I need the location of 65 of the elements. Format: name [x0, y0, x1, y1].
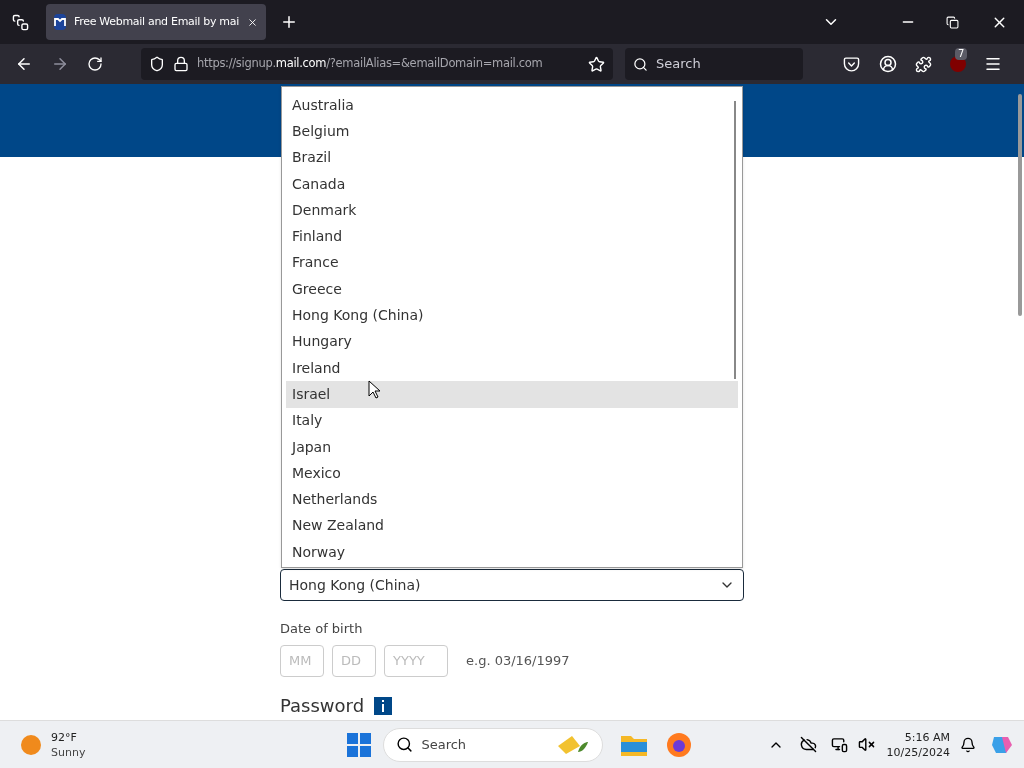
- menu-icon[interactable]: [984, 55, 1002, 73]
- dropdown-option[interactable]: Australia: [286, 92, 738, 119]
- mouse-pointer-icon: [368, 380, 380, 399]
- search-placeholder: Search: [656, 55, 701, 74]
- dropdown-option[interactable]: Israel: [286, 381, 738, 408]
- date-field[interactable]: YYYY: [384, 644, 448, 677]
- lock-icon[interactable]: [173, 56, 189, 72]
- dropdown-option[interactable]: Norway: [286, 539, 738, 566]
- pocket-icon[interactable]: [843, 55, 860, 73]
- reload-icon[interactable]: [87, 56, 103, 72]
- dropdown-option[interactable]: Italy: [286, 407, 738, 434]
- search-field[interactable]: Search: [625, 48, 803, 80]
- clock-date: 10/25/2024: [886, 744, 950, 760]
- weather-temperature: 92°F: [51, 729, 78, 745]
- bell-icon[interactable]: [960, 736, 976, 753]
- dropdown-option[interactable]: Japan: [286, 433, 738, 461]
- dropdown-option[interactable]: Belgium: [286, 118, 738, 145]
- scrollbar[interactable]: [734, 101, 736, 379]
- bookmark-star-icon[interactable]: [588, 55, 605, 73]
- volume-muted-icon[interactable]: [857, 736, 875, 753]
- dropdown-option[interactable]: Canada: [286, 170, 738, 198]
- extension-badge: 7: [955, 48, 968, 60]
- dropdown-option[interactable]: Greece: [286, 276, 738, 303]
- firefox-icon[interactable]: [666, 731, 693, 758]
- field-label: Date of birth: [280, 620, 364, 638]
- section-heading: Password: [280, 694, 365, 717]
- search-icon: [633, 56, 648, 72]
- date-field[interactable]: MM: [280, 644, 324, 677]
- dropdown-option[interactable]: New Zealand: [286, 512, 738, 540]
- dropdown-option[interactable]: Denmark: [286, 197, 738, 224]
- dropdown-option[interactable]: Netherlands: [286, 486, 738, 513]
- restore-icon[interactable]: [946, 15, 959, 29]
- shield-icon[interactable]: [149, 56, 165, 72]
- weather-condition: Sunny: [51, 744, 86, 760]
- forward-icon[interactable]: [51, 55, 69, 73]
- tab-title: Free Webmail and Email by mai: [74, 13, 239, 30]
- page-scrollbar[interactable]: [1018, 94, 1022, 316]
- country-select[interactable]: Hong Kong (China): [280, 569, 744, 601]
- dropdown-option[interactable]: Brazil: [286, 144, 738, 171]
- search-placeholder: Search: [421, 735, 468, 754]
- date-hint: e.g. 03/16/1997: [466, 651, 570, 670]
- search-icon: [396, 736, 414, 753]
- dropdown-option[interactable]: Ireland: [286, 354, 738, 382]
- sun-icon: [21, 734, 41, 755]
- dropdown-option[interactable]: France: [286, 249, 738, 277]
- dropdown-option[interactable]: Mexico: [286, 460, 738, 487]
- dropdown-option[interactable]: Hong Kong (China): [286, 302, 738, 329]
- address-bar[interactable]: https://signup.mail.com/?emailAlias=&emailDomain=mail.com: [141, 48, 613, 80]
- clock-time: 5:16 AM: [904, 729, 950, 745]
- cloud-off-icon[interactable]: [799, 736, 817, 753]
- tab-list-icon: [11, 13, 29, 31]
- info-icon[interactable]: [374, 696, 393, 715]
- new-tab-icon[interactable]: [280, 13, 298, 31]
- site-logo-icon: [54, 14, 66, 30]
- windows-start-icon[interactable]: [347, 732, 372, 757]
- browser-tab[interactable]: Free Webmail and Email by mai: [46, 4, 266, 40]
- dropdown-option[interactable]: Finland: [286, 223, 738, 250]
- url-text: https://signup.mail.com/?emailAlias=&emailDomain=mail.com: [197, 55, 544, 73]
- back-icon[interactable]: [15, 55, 33, 73]
- account-icon[interactable]: [879, 55, 897, 73]
- folder-icon[interactable]: [621, 733, 648, 756]
- dropdown-option[interactable]: Hungary: [286, 328, 738, 355]
- date-field[interactable]: DD: [332, 644, 376, 677]
- taskbar-search-field[interactable]: Search: [383, 727, 604, 762]
- extensions-icon[interactable]: [915, 55, 932, 73]
